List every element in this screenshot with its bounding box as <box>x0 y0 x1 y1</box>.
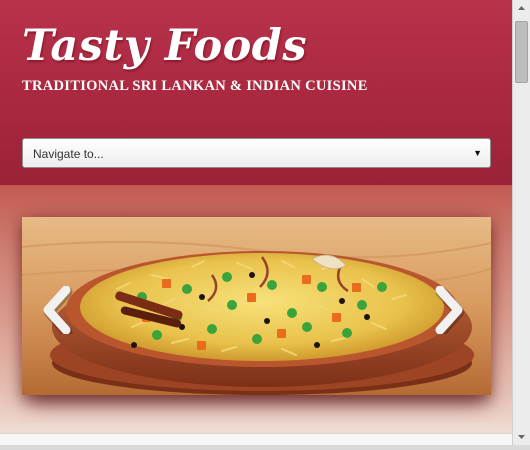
site-header: Tasty Foods TRADITIONAL SRI LANKAN & IND… <box>0 0 512 185</box>
navigate-select-value: Navigate to... <box>33 147 104 161</box>
slider-next-button[interactable] <box>432 285 466 338</box>
page-bottom-strip <box>0 433 512 445</box>
arrow-down-icon <box>518 435 525 439</box>
image-slider[interactable] <box>22 217 491 395</box>
site-tagline: TRADITIONAL SRI LANKAN & INDIAN CUISINE <box>22 78 368 94</box>
navigate-select[interactable]: Navigate to... ▼ <box>22 138 491 168</box>
slider-prev-button[interactable] <box>40 285 74 338</box>
dropdown-arrow-icon: ▼ <box>473 148 482 158</box>
vertical-scrollbar[interactable] <box>512 0 530 445</box>
main-content <box>0 185 512 445</box>
scrollbar-thumb[interactable] <box>515 21 528 83</box>
chevron-left-icon <box>43 285 73 338</box>
chevron-right-icon <box>435 285 465 338</box>
biryani-image <box>22 217 491 395</box>
site-title[interactable]: Tasty Foods <box>22 18 307 74</box>
arrow-up-icon <box>518 6 525 10</box>
browser-viewport: Tasty Foods TRADITIONAL SRI LANKAN & IND… <box>0 0 512 445</box>
scroll-down-button[interactable] <box>513 428 530 445</box>
scroll-up-button[interactable] <box>513 0 530 17</box>
